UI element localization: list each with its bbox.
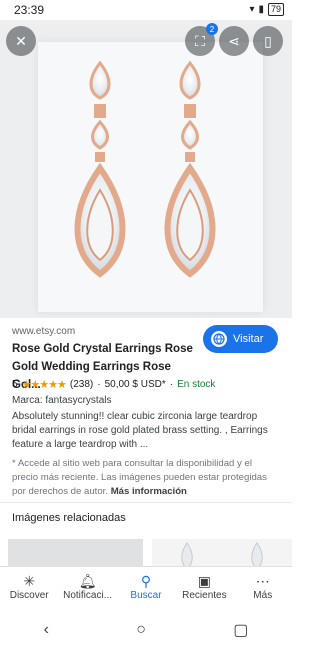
earrings-image — [74, 60, 216, 278]
product-image[interactable]: ✕ ⛶ 2 ⋖ ▯ — [0, 20, 292, 318]
nav-label: Más — [253, 590, 273, 601]
rating-row: 5 ★★★★★ (238) · 50,00 $ USD* · En stock — [12, 378, 215, 391]
close-icon: ✕ — [15, 32, 27, 49]
search-icon: ⚲ — [140, 573, 152, 589]
right-earring — [164, 60, 216, 278]
divider — [0, 502, 292, 503]
more-icon: ⋯ — [255, 573, 270, 589]
home-icon[interactable]: ○ — [136, 621, 146, 639]
nav-search[interactable]: ⚲ Buscar — [118, 572, 174, 601]
disclaimer: * Accede al sitio web para consultar la … — [12, 457, 280, 499]
bookmark-icon: ▯ — [264, 32, 272, 49]
status-bar: 23:39 ▾ ▮ 79 — [0, 0, 292, 20]
nav-label: Recientes — [182, 590, 227, 601]
collection-count-badge: 2 — [206, 23, 218, 35]
asterisk-icon: ✳ — [23, 573, 36, 589]
collections-button[interactable]: ⛶ 2 — [185, 23, 218, 56]
nav-label: Discover — [9, 590, 49, 601]
signal-icon: ▮ — [258, 4, 264, 15]
rating-value: 5 — [12, 379, 18, 390]
brand: Marca: fantasycrystals — [12, 395, 112, 406]
nav-notifications[interactable]: 🔔︎ Notificaci... — [60, 572, 116, 601]
nav-label: Buscar — [130, 590, 162, 601]
left-earring — [74, 60, 126, 278]
separator: · — [97, 379, 101, 390]
related-thumbnail[interactable] — [8, 539, 143, 567]
separator: · — [169, 379, 174, 390]
wifi-icon: ▾ — [249, 4, 255, 15]
visit-button[interactable]: Visitar — [203, 325, 278, 353]
bell-icon: 🔔︎ — [78, 573, 97, 589]
globe-icon — [211, 331, 227, 347]
collections-icon: ⛶ — [195, 32, 205, 49]
result-source[interactable]: www.etsy.com — [12, 326, 75, 337]
recents-icon: ▣ — [197, 573, 211, 589]
nav-more[interactable]: ⋯ Más — [235, 572, 291, 601]
recent-apps-icon[interactable]: ▢ — [233, 620, 248, 640]
share-button[interactable]: ⋖ — [219, 26, 249, 56]
nav-recents[interactable]: ▣ Recientes — [176, 572, 232, 601]
related-thumbnail[interactable] — [152, 539, 292, 567]
battery-icon: 79 — [267, 3, 284, 16]
related-images — [0, 535, 292, 567]
status-time: 23:39 — [14, 3, 45, 17]
price: 50,00 $ USD* — [104, 379, 166, 390]
description: Absolutely stunning!! clear cubic zircon… — [12, 411, 268, 450]
back-icon[interactable]: ‹ — [44, 621, 49, 639]
save-button[interactable]: ▯ — [253, 26, 283, 56]
close-button[interactable]: ✕ — [6, 26, 36, 56]
related-images-title: Imágenes relacionadas — [12, 512, 126, 524]
nav-discover[interactable]: ✳ Discover — [1, 572, 57, 601]
share-icon: ⋖ — [228, 32, 240, 49]
review-count: (238) — [69, 379, 94, 390]
star-rating-icon: ★★★★★ — [21, 379, 67, 391]
stock-status: En stock — [177, 379, 216, 390]
system-nav-bar: ‹ ○ ▢ — [0, 610, 292, 650]
bottom-nav: ✳ Discover 🔔︎ Notificaci... ⚲ Buscar ▣ R… — [0, 566, 292, 610]
more-info-link[interactable]: Más información — [111, 486, 187, 497]
visit-label: Visitar — [233, 333, 264, 345]
status-icons: ▾ ▮ 79 — [249, 3, 284, 16]
nav-label: Notificaci... — [63, 590, 113, 601]
